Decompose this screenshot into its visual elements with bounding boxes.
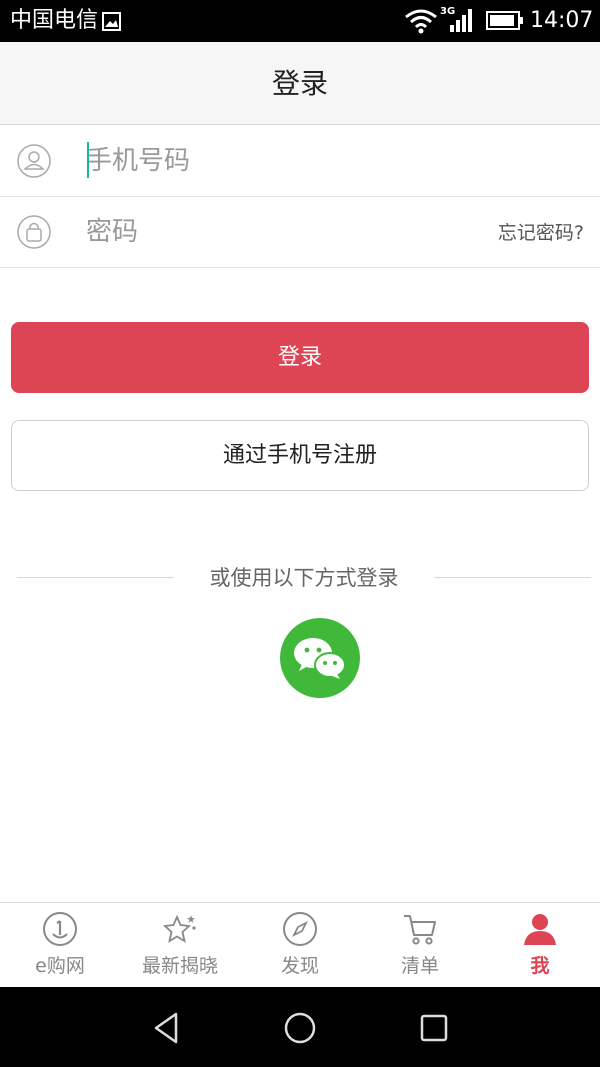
tab-label: 我	[530, 955, 550, 977]
password-row: 忘记密码?	[0, 197, 600, 268]
clock: 14:07	[530, 8, 594, 33]
carrier-name: 中国电信	[10, 8, 99, 33]
alt-login-label: 或使用以下方式登录	[209, 566, 399, 590]
tab-me[interactable]: 我	[480, 903, 600, 988]
tab-label: 清单	[400, 955, 439, 977]
lock-icon	[17, 215, 51, 249]
wechat-login-button[interactable]	[280, 618, 360, 698]
register-button[interactable]: 通过手机号注册	[11, 420, 589, 491]
battery-icon	[486, 11, 523, 30]
page-title: 登录	[271, 67, 328, 100]
bottom-tab-bar: e购网 最新揭晓 发现 清单 我	[0, 902, 600, 987]
tab-label: e购网	[35, 955, 85, 977]
recent-apps-icon[interactable]	[417, 1011, 451, 1045]
forgot-password-link[interactable]: 忘记密码?	[498, 220, 584, 246]
cart-icon	[404, 915, 436, 945]
image-icon	[102, 12, 121, 31]
status-bar: 中国电信 3G 14:07	[0, 0, 600, 42]
home-icon[interactable]	[283, 1011, 317, 1045]
divider-left	[17, 577, 174, 578]
system-nav-bar	[0, 987, 600, 1067]
tab-label: 发现	[280, 955, 319, 977]
back-icon[interactable]	[150, 1011, 184, 1045]
stars-icon	[162, 914, 196, 943]
tab-label: 最新揭晓	[141, 955, 218, 977]
wifi-icon	[405, 9, 437, 34]
tab-discover[interactable]: 发现	[240, 903, 360, 988]
password-input[interactable]	[86, 211, 476, 253]
e-coin-icon	[43, 912, 77, 946]
text-cursor	[87, 142, 89, 178]
phone-input[interactable]	[86, 140, 476, 182]
tab-latest[interactable]: 最新揭晓	[120, 903, 240, 988]
phone-row	[0, 126, 600, 197]
tab-list[interactable]: 清单	[360, 903, 480, 988]
tab-egou[interactable]: e购网	[0, 903, 120, 988]
compass-icon	[283, 912, 317, 946]
user-avatar-icon	[17, 144, 51, 178]
wechat-icon	[294, 638, 346, 679]
login-button[interactable]: 登录	[11, 322, 589, 393]
divider-right	[434, 577, 591, 578]
user-icon	[524, 914, 556, 945]
header-bar: 登录	[0, 42, 600, 125]
signal-icon	[450, 9, 472, 32]
